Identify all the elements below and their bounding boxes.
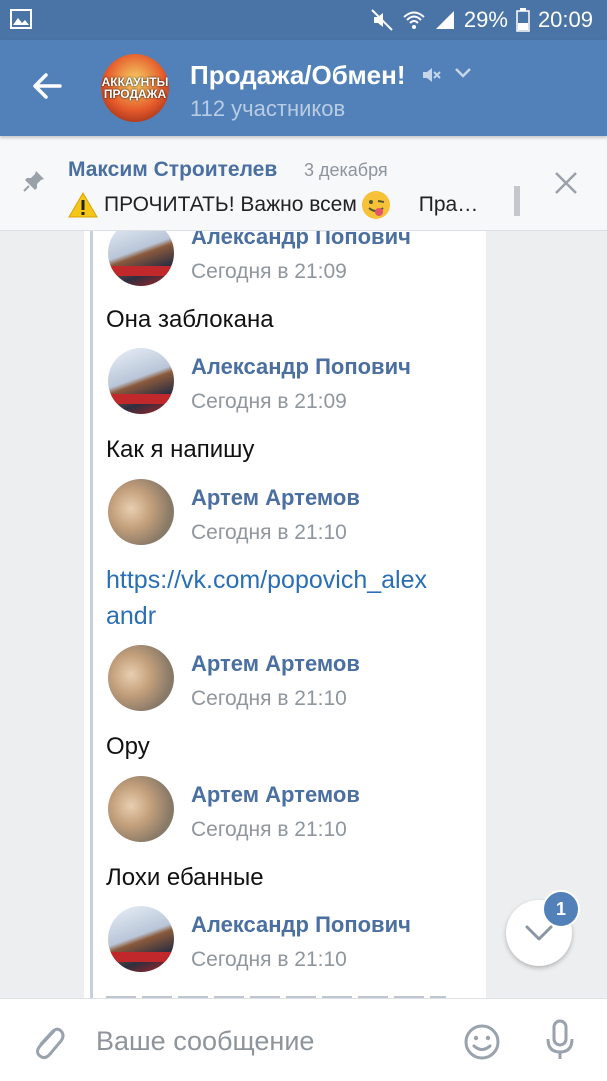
pinned-message[interactable]: Максим Строителев 3 декабря ПРОЧИТАТЬ! В… (0, 136, 607, 231)
message-author[interactable]: Александр Попович (191, 230, 411, 250)
battery-percent: 29% (463, 7, 508, 32)
pinned-text-body: ПРОЧИТАТЬ! Важно всем (104, 193, 357, 216)
avatar[interactable] (108, 645, 174, 711)
signal-icon (435, 11, 454, 29)
emoji-icon[interactable] (463, 1023, 501, 1061)
message-author[interactable]: Александр Попович (191, 912, 411, 938)
pinned-scroll-indicator (514, 186, 520, 216)
close-icon[interactable] (553, 170, 579, 196)
message-time: Сегодня в 21:09 (191, 390, 347, 413)
microphone-icon[interactable] (545, 1019, 575, 1061)
warning-icon (68, 192, 98, 218)
chat-avatar-logo: АККАУНТЫ ПРОДАЖА (101, 75, 169, 101)
status-icons: 29% 20:09 (370, 7, 593, 33)
message-input[interactable] (96, 1019, 446, 1063)
tongue-emoji-icon (361, 191, 390, 219)
chat-subtitle: 112 участников (190, 96, 346, 121)
message-time: Сегодня в 21:10 (191, 687, 347, 710)
message-text: Как я напишу (106, 436, 255, 463)
message-author[interactable]: Александр Попович (191, 354, 411, 380)
back-arrow-icon[interactable] (30, 68, 66, 104)
mute-status-icon (371, 9, 393, 31)
muted-icon (423, 68, 441, 82)
message-author[interactable]: Артем Артемов (191, 782, 360, 808)
message-author[interactable]: Артем Артемов (191, 485, 360, 511)
avatar[interactable] (108, 906, 174, 972)
avatar[interactable] (108, 479, 174, 545)
message-time: Сегодня в 21:10 (191, 521, 347, 544)
forwarded-messages-card: Александр Попович Сегодня в 21:09 Она за… (84, 230, 486, 1000)
message-composer (0, 998, 607, 1081)
attachment-icon[interactable] (30, 1021, 66, 1061)
chevron-down-icon (525, 925, 553, 941)
pinned-text: ПРОЧИТАТЬ! Важно всем Пра… (68, 188, 520, 222)
message-text: Ору (106, 733, 150, 760)
unread-badge: 1 (542, 890, 580, 928)
chat-avatar[interactable]: АККАУНТЫ ПРОДАЖА (101, 54, 169, 122)
chat-header: АККАУНТЫ ПРОДАЖА Продажа/Обмен! 112 учас… (0, 40, 607, 136)
message-text: Она заблокана (106, 306, 274, 333)
message-time: Сегодня в 21:09 (191, 260, 347, 283)
chat-title[interactable]: Продажа/Обмен! (190, 60, 406, 91)
battery-icon (516, 8, 530, 32)
pinned-date: 3 декабря (304, 160, 388, 180)
wifi-icon (403, 11, 425, 29)
gallery-icon (10, 9, 32, 29)
clock: 20:09 (537, 7, 593, 32)
pin-icon (23, 171, 44, 192)
message-link[interactable]: https://vk.com/popovich_alexandr (106, 562, 436, 634)
avatar[interactable] (108, 348, 174, 414)
status-bar: 29% 20:09 (0, 0, 607, 40)
forward-rail (90, 230, 93, 1000)
avatar[interactable] (108, 230, 174, 286)
avatar[interactable] (108, 776, 174, 842)
chevron-down-icon[interactable] (453, 66, 473, 80)
message-time: Сегодня в 21:10 (191, 818, 347, 841)
pinned-author[interactable]: Максим Строителев (68, 158, 277, 182)
message-author[interactable]: Артем Артемов (191, 651, 360, 677)
message-text: Лохи ебанные (106, 864, 264, 891)
message-time: Сегодня в 21:10 (191, 948, 347, 971)
pinned-text-more: Пра… (418, 193, 479, 216)
